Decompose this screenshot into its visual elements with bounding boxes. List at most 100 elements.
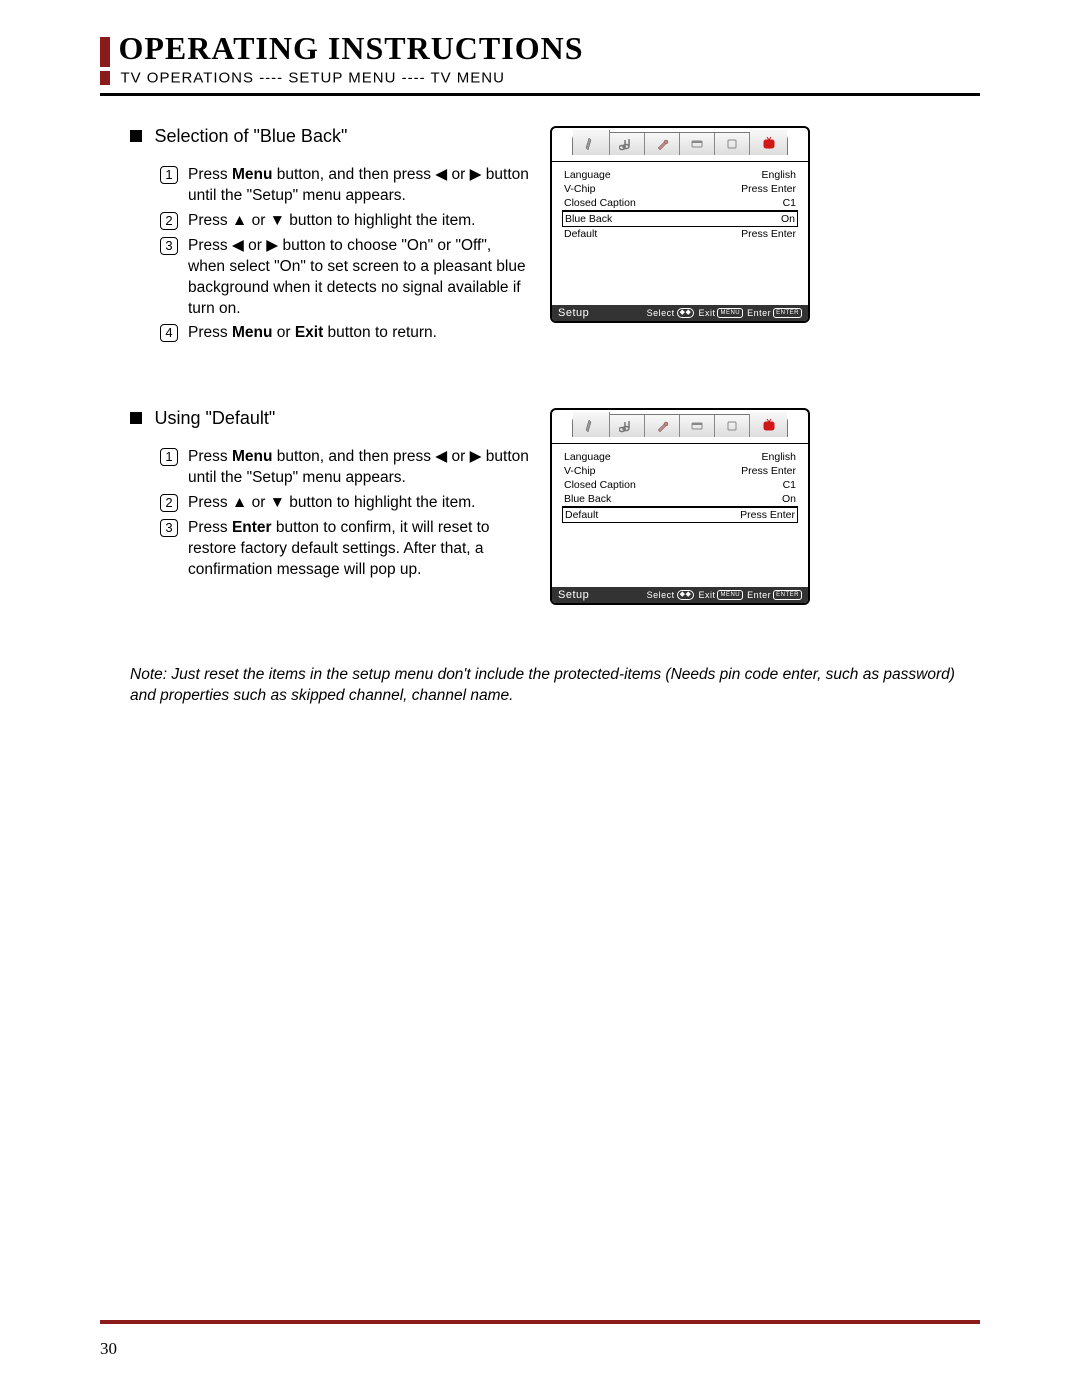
step-text: Press Menu button, and then press ◀ or ▶…: [188, 447, 530, 489]
osd-value: English: [762, 169, 796, 181]
header-rule: [100, 93, 980, 96]
osd-menu-default: Language English V-Chip Press Enter Clos…: [550, 408, 810, 605]
osd-footer-title: Setup: [558, 589, 589, 601]
osd-label: Language: [564, 169, 611, 181]
osd-row-default: Default Press Enter: [562, 227, 798, 241]
osd-footer-enter: Enter: [747, 308, 771, 318]
osd-row-vchip: V-Chip Press Enter: [562, 464, 798, 478]
osd-row-blueback-selected: Blue Back On: [562, 211, 798, 227]
osd-row-default-selected: Default Press Enter: [562, 507, 798, 523]
step-item: 2 Press ▲ or ▼ button to highlight the i…: [160, 211, 530, 232]
osd-row-blueback: Blue Back On: [562, 492, 798, 507]
step-list: 1 Press Menu button, and then press ◀ or…: [130, 165, 530, 344]
osd-label: V-Chip: [564, 465, 596, 477]
osd-menu-blueback: V Language English V-Chip Press Enter Cl…: [550, 126, 810, 323]
step-number: 3: [160, 237, 178, 255]
page-title: OPERATING INSTRUCTIONS: [118, 30, 583, 67]
step-item: 3 Press Enter button to confirm, it will…: [160, 518, 530, 581]
section-bullet-icon: [130, 412, 142, 424]
section-blue-back: Selection of "Blue Back" 1 Press Menu bu…: [130, 126, 980, 348]
step-text: Press ◀ or ▶ button to choose "On" or "O…: [188, 236, 530, 320]
osd-row-language: Language English: [562, 450, 798, 464]
osd-footer-exit: Exit: [698, 308, 715, 318]
footer-rule: [100, 1320, 980, 1324]
section-title: Using "Default": [154, 408, 275, 428]
step-list: 1 Press Menu button, and then press ◀ or…: [130, 447, 530, 581]
tab-pc-icon: [715, 415, 750, 437]
breadcrumb-accent-bar: [100, 71, 110, 85]
osd-footer-title: Setup: [558, 307, 589, 319]
tab-setup-icon: [645, 415, 680, 437]
osd-row-cc: Closed Caption C1: [562, 196, 798, 211]
osd-label: Default: [564, 228, 597, 240]
osd-value: Press Enter: [741, 228, 796, 240]
step-number: 2: [160, 494, 178, 512]
osd-value: C1: [783, 479, 796, 491]
osd-row-cc: Closed Caption C1: [562, 478, 798, 492]
osd-label: Closed Caption: [564, 197, 636, 209]
tab-tv-icon: [750, 412, 787, 437]
enter-key-icon: ENTER: [773, 308, 802, 318]
osd-label: Blue Back: [564, 493, 611, 505]
tab-sound-icon: [610, 133, 645, 155]
osd-footer: Setup Select ◆◆ Exit MENU Enter ENTER: [552, 305, 808, 321]
menu-key-icon: MENU: [717, 308, 743, 318]
section-bullet-icon: [130, 130, 142, 142]
tab-sound-icon: [610, 415, 645, 437]
header-accent-bar: [100, 37, 110, 67]
step-number: 1: [160, 166, 178, 184]
osd-value: Press Enter: [740, 509, 795, 521]
breadcrumb: TV OPERATIONS ---- SETUP MENU ---- TV ME…: [120, 69, 505, 86]
osd-row-language: Language English: [562, 168, 798, 182]
step-number: 1: [160, 448, 178, 466]
osd-value: On: [781, 213, 795, 225]
arrow-icon: ◆◆: [677, 590, 695, 600]
page-header: OPERATING INSTRUCTIONS TV OPERATIONS ---…: [100, 30, 980, 96]
osd-label: Blue Back: [565, 213, 612, 225]
step-item: 4 Press Menu or Exit button to return.: [160, 323, 530, 344]
tab-screen-icon: [680, 133, 715, 155]
osd-label: Language: [564, 451, 611, 463]
step-item: 2 Press ▲ or ▼ button to highlight the i…: [160, 493, 530, 514]
osd-footer: Setup Select ◆◆ Exit MENU Enter ENTER: [552, 587, 808, 603]
section-title: Selection of "Blue Back": [154, 126, 347, 146]
tab-pc-icon: [715, 133, 750, 155]
svg-text:V: V: [768, 145, 770, 149]
section-default: Using "Default" 1 Press Menu button, and…: [130, 408, 980, 605]
osd-footer-exit: Exit: [698, 590, 715, 600]
arrow-icon: ◆◆: [677, 308, 695, 318]
step-item: 1 Press Menu button, and then press ◀ or…: [160, 165, 530, 207]
osd-label: V-Chip: [564, 183, 596, 195]
step-number: 2: [160, 212, 178, 230]
note-text: Note: Just reset the items in the setup …: [130, 665, 980, 707]
tab-picture-icon: [573, 412, 610, 437]
step-item: 3 Press ◀ or ▶ button to choose "On" or …: [160, 236, 530, 320]
osd-value: Press Enter: [741, 465, 796, 477]
step-text: Press Enter button to confirm, it will r…: [188, 518, 530, 581]
step-text: Press ▲ or ▼ button to highlight the ite…: [188, 493, 530, 514]
step-number: 4: [160, 324, 178, 342]
menu-key-icon: MENU: [717, 590, 743, 600]
step-text: Press ▲ or ▼ button to highlight the ite…: [188, 211, 530, 232]
osd-tab-bar: V: [552, 128, 808, 162]
tab-setup-icon: [645, 133, 680, 155]
osd-footer-select: Select: [647, 308, 675, 318]
osd-label: Closed Caption: [564, 479, 636, 491]
osd-value: On: [782, 493, 796, 505]
osd-footer-select: Select: [647, 590, 675, 600]
step-item: 1 Press Menu button, and then press ◀ or…: [160, 447, 530, 489]
osd-value: English: [762, 451, 796, 463]
osd-value: Press Enter: [741, 183, 796, 195]
osd-row-vchip: V-Chip Press Enter: [562, 182, 798, 196]
tab-tv-icon: V: [750, 130, 787, 155]
step-number: 3: [160, 519, 178, 537]
tab-picture-icon: [573, 130, 610, 155]
step-text: Press Menu or Exit button to return.: [188, 323, 530, 344]
enter-key-icon: ENTER: [773, 590, 802, 600]
tab-screen-icon: [680, 415, 715, 437]
step-text: Press Menu button, and then press ◀ or ▶…: [188, 165, 530, 207]
osd-tab-bar: [552, 410, 808, 444]
osd-value: C1: [783, 197, 796, 209]
osd-footer-enter: Enter: [747, 590, 771, 600]
osd-label: Default: [565, 509, 598, 521]
